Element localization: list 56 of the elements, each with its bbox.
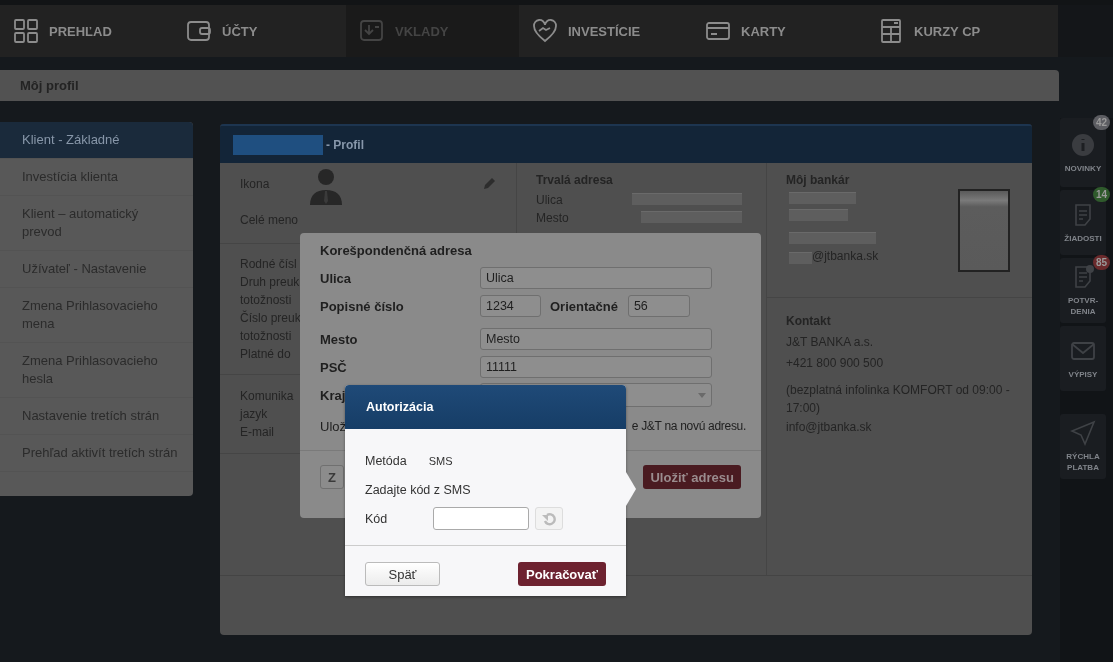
field-label: PSČ [320,359,348,375]
dialog-title: Korešpondenčná adresa [319,242,473,260]
nav-tab[interactable]: KURZY CP [865,5,1058,57]
field-label: Kraj [320,387,347,403]
side-tile[interactable]: RÝCHLA PLATBA [1060,414,1106,479]
instruction-text: Zadajte kód z SMS [365,482,471,497]
continue-button[interactable]: Pokračovať [518,562,606,586]
card-title: - Profil [326,137,364,152]
table-icon [878,18,904,44]
send-icon [1070,420,1096,446]
input-field[interactable]: Mesto [480,328,712,350]
tile-label: VÝPISY [1067,368,1099,380]
nav-tab[interactable]: PREHĽAD [0,5,173,57]
save-button[interactable]: Uložiť adresu [643,465,741,489]
back-button[interactable]: Späť [365,562,440,586]
tile-label: ŽIADOSTI [1063,232,1103,244]
heart-icon [532,18,558,44]
person-icon [307,167,344,205]
field-label: Popisné číslo [320,298,405,314]
field-label: Ulica [320,270,353,286]
nav-tab[interactable]: ÚČTY [173,5,346,57]
field-label: Metóda [365,453,407,468]
input-field[interactable]: 56 [627,295,690,317]
input-field[interactable]: 1234 [480,295,541,317]
back-button[interactable]: Z [320,465,344,489]
refresh-icon [542,511,557,526]
dialog-title: Autorizácia [345,385,626,429]
caret-icon [698,392,706,398]
tile-label: NOVINKY [1063,162,1103,174]
field-label: Mesto [320,331,359,347]
masked-value [789,209,848,221]
count-badge: 14 [1092,187,1110,202]
tile-label: RÝCHLA PLATBA [1065,451,1101,473]
tile-label: POTVR-DENIA [1066,295,1100,317]
deposit-icon [359,18,385,44]
count-badge: 85 [1092,255,1110,270]
note-text: Ulož [320,419,346,436]
note-text: e J&T na novú adresu. [631,419,746,435]
field-label: Kód [365,511,388,526]
side-tile[interactable]: VÝPISY [1060,326,1106,391]
nav-tab[interactable]: INVESTÍCIE [519,5,692,57]
refresh-button[interactable] [535,507,564,530]
count-badge: 42 [1092,115,1110,130]
masked-value [789,192,856,204]
sidebar-item[interactable]: Klient - Základné [0,122,193,159]
wallet-icon [186,18,212,44]
grid-icon [13,18,39,44]
input-field[interactable]: Ulica [480,267,712,289]
code-field[interactable] [433,507,530,530]
nav-tab[interactable]: KARTY [692,5,865,57]
field-label: Orientačné [550,298,618,314]
info-icon [1070,131,1096,158]
pencil-icon [482,177,496,191]
input-field[interactable]: 11111 [480,356,712,378]
method-value: SMS [428,454,453,467]
masked-value [789,252,812,264]
